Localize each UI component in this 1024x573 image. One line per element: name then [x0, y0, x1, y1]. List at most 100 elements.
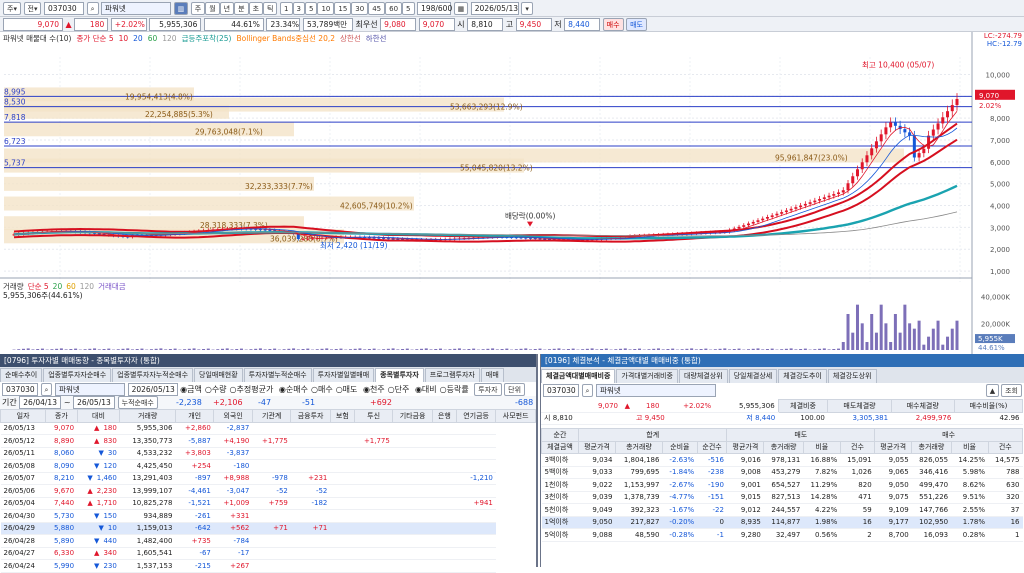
stock-code-input[interactable]: 037030: [44, 2, 84, 15]
table-row[interactable]: 3백이하9,0341,804,186-2.63%-5169,016978,131…: [542, 454, 1023, 467]
legend-item-2[interactable]: 10: [119, 34, 129, 43]
period-button-1[interactable]: 월: [205, 2, 219, 15]
right-name-field[interactable]: 파워넷: [596, 384, 716, 397]
from-date[interactable]: 26/04/13: [19, 396, 61, 409]
analysis-col-3[interactable]: 순비율: [662, 441, 697, 454]
menu-button[interactable]: 주▾: [3, 2, 21, 15]
calendar-icon[interactable]: ▦: [454, 2, 469, 15]
investor-tab-0[interactable]: 순매수추이: [0, 368, 42, 382]
count-field[interactable]: 198/600: [417, 2, 451, 15]
analysis-col-2[interactable]: 총거래량: [615, 441, 662, 454]
table-row[interactable]: 26/05/047,440▲1,71010,825,278-1,521+1,00…: [1, 497, 536, 510]
radio2-radio-2[interactable]: ○매도: [336, 385, 358, 394]
chart-panel[interactable]: 10,0009,0008,0007,0006,0005,0004,0003,00…: [0, 32, 1024, 354]
minute-button-0[interactable]: 1: [280, 2, 292, 15]
table-row[interactable]: 1억이하9,050217,827-0.20%08,935114,8771.98%…: [542, 516, 1023, 529]
investor-tab-7[interactable]: 프로그램투자자: [425, 368, 480, 382]
price-chart[interactable]: 10,0009,0008,0007,0006,0005,0004,0003,00…: [0, 32, 1024, 354]
query-button[interactable]: 조회: [1001, 384, 1022, 397]
radio2-radio-0[interactable]: ◉순매수: [279, 385, 308, 394]
minute-button-2[interactable]: 5: [305, 2, 317, 15]
left-search-icon[interactable]: ⌕: [41, 383, 53, 396]
radio1-radio-0[interactable]: ◉금액: [180, 385, 202, 394]
investor-col-10[interactable]: 기타금융: [393, 410, 433, 423]
left-name-field[interactable]: 파워넷: [55, 383, 125, 396]
analysis-col-6[interactable]: 총거래량: [764, 441, 803, 454]
investor-col-5[interactable]: 외국인: [214, 410, 252, 423]
investor-col-0[interactable]: 일자: [1, 410, 46, 423]
legend-item-4[interactable]: 60: [148, 34, 158, 43]
analysis-col-7[interactable]: 비율: [803, 441, 840, 454]
legend-item-9[interactable]: 하한선: [366, 34, 387, 43]
right-code-input[interactable]: 037030: [543, 384, 579, 397]
analysis-tab-0[interactable]: 체결금액대별매매비중: [541, 369, 615, 383]
unit-button[interactable]: 단위: [504, 383, 525, 396]
period-button-2[interactable]: 년: [220, 2, 234, 15]
investor-tab-6[interactable]: 종목별투자자: [375, 368, 424, 382]
minute-button-5[interactable]: 30: [351, 2, 368, 15]
analysis-col-9[interactable]: 평균가격: [875, 441, 912, 454]
stock-name-field[interactable]: 파워넷: [101, 2, 171, 15]
search-icon[interactable]: ⌕: [87, 2, 99, 15]
analysis-col-4[interactable]: 순건수: [697, 441, 727, 454]
left-date-field[interactable]: 2026/05/13: [128, 383, 178, 396]
radio3-radio-0[interactable]: ◉천주: [363, 385, 385, 394]
to-date[interactable]: 26/05/13: [73, 396, 115, 409]
investor-col-12[interactable]: 연기금등: [456, 410, 496, 423]
analysis-col-10[interactable]: 총거래량: [912, 441, 951, 454]
investor-col-11[interactable]: 은행: [432, 410, 456, 423]
minute-button-7[interactable]: 60: [385, 2, 402, 15]
sell-button[interactable]: 매도: [626, 18, 647, 31]
analysis-col-1[interactable]: 평균가격: [578, 441, 615, 454]
investor-tab-4[interactable]: 투자자별누적순매수: [244, 368, 312, 382]
analysis-col-5[interactable]: 평균가격: [727, 441, 764, 454]
analysis-col-8[interactable]: 건수: [840, 441, 874, 454]
minute-button-4[interactable]: 15: [334, 2, 351, 15]
analysis-tab-5[interactable]: 체결강도상위: [828, 369, 877, 383]
table-row[interactable]: 26/04/295,880▼101,159,013-642+562+71+71: [1, 522, 536, 535]
investor-button[interactable]: 투자자: [474, 383, 501, 396]
analysis-col-0[interactable]: 체결금액: [542, 441, 579, 454]
cumulative-button[interactable]: 누적순매수: [118, 396, 158, 409]
up-icon[interactable]: ▲: [986, 384, 999, 397]
investor-col-1[interactable]: 종가: [46, 410, 77, 423]
table-row[interactable]: 26/05/078,210▼1,46013,291,403-897+8,988-…: [1, 472, 536, 485]
table-row[interactable]: 26/05/139,070▲1805,955,306+2,860-2,837: [1, 422, 536, 435]
investor-tab-2[interactable]: 업종별투자자누적순매수: [112, 368, 193, 382]
table-row[interactable]: 26/05/088,090▼1204,425,450+254-180: [1, 460, 536, 473]
minute-button-6[interactable]: 45: [368, 2, 385, 15]
analysis-tab-2[interactable]: 대량체결상위: [679, 369, 728, 383]
date-dropdown-button[interactable]: ▾: [521, 2, 533, 15]
investor-col-3[interactable]: 거래량: [120, 410, 176, 423]
investor-col-7[interactable]: 금융투자: [291, 410, 331, 423]
table-row[interactable]: 1천이하9,0221,153,997-2.67%-1909,001654,527…: [542, 479, 1023, 492]
table-row[interactable]: 3천이하9,0391,378,739-4.77%-1519,015827,513…: [542, 491, 1023, 504]
radio1-radio-2[interactable]: ○추정평균가: [230, 385, 274, 394]
table-row[interactable]: 26/05/128,890▲83013,350,773-5,887+4,190+…: [1, 435, 536, 448]
minute-button-1[interactable]: 3: [293, 2, 305, 15]
legend-item-7[interactable]: Bollinger Bands중심선 20,2: [236, 34, 335, 43]
investor-col-8[interactable]: 보험: [330, 410, 354, 423]
investor-tab-8[interactable]: 매매: [481, 368, 504, 382]
minute-button-8[interactable]: 5: [402, 2, 414, 15]
investor-tab-3[interactable]: 당일매매현황: [194, 368, 243, 382]
legend-item-1[interactable]: 종가 단순 5: [76, 34, 113, 43]
right-search-icon[interactable]: ⌕: [582, 384, 594, 397]
radio2-radio-1[interactable]: ○매수: [311, 385, 333, 394]
prev-button[interactable]: 전▾: [24, 2, 42, 15]
period-button-4[interactable]: 초: [249, 2, 263, 15]
radio4-radio-1[interactable]: ○등락률: [440, 385, 469, 394]
analysis-tab-4[interactable]: 체결강도추이: [778, 369, 827, 383]
investor-col-2[interactable]: 대비: [77, 410, 120, 423]
table-row[interactable]: 5천이하9,049392,323-1.67%-229,012244,5574.2…: [542, 504, 1023, 517]
analysis-tab-3[interactable]: 당일체결상세: [729, 369, 778, 383]
table-row[interactable]: 26/05/069,670▲2,23013,999,107-4,461-3,04…: [1, 485, 536, 498]
buy-button[interactable]: 매수: [603, 18, 624, 31]
volume-legend-item-5[interactable]: 거래대금: [98, 282, 126, 291]
investor-tab-1[interactable]: 업종별투자자순매수: [43, 368, 111, 382]
legend-item-6[interactable]: 급등주포착(25): [182, 34, 232, 43]
table-row[interactable]: 26/04/285,890▼4401,482,400+735-784: [1, 535, 536, 548]
period-button-0[interactable]: 주: [191, 2, 205, 15]
analysis-col-12[interactable]: 건수: [988, 441, 1022, 454]
radio3-radio-1[interactable]: ○단주: [388, 385, 410, 394]
